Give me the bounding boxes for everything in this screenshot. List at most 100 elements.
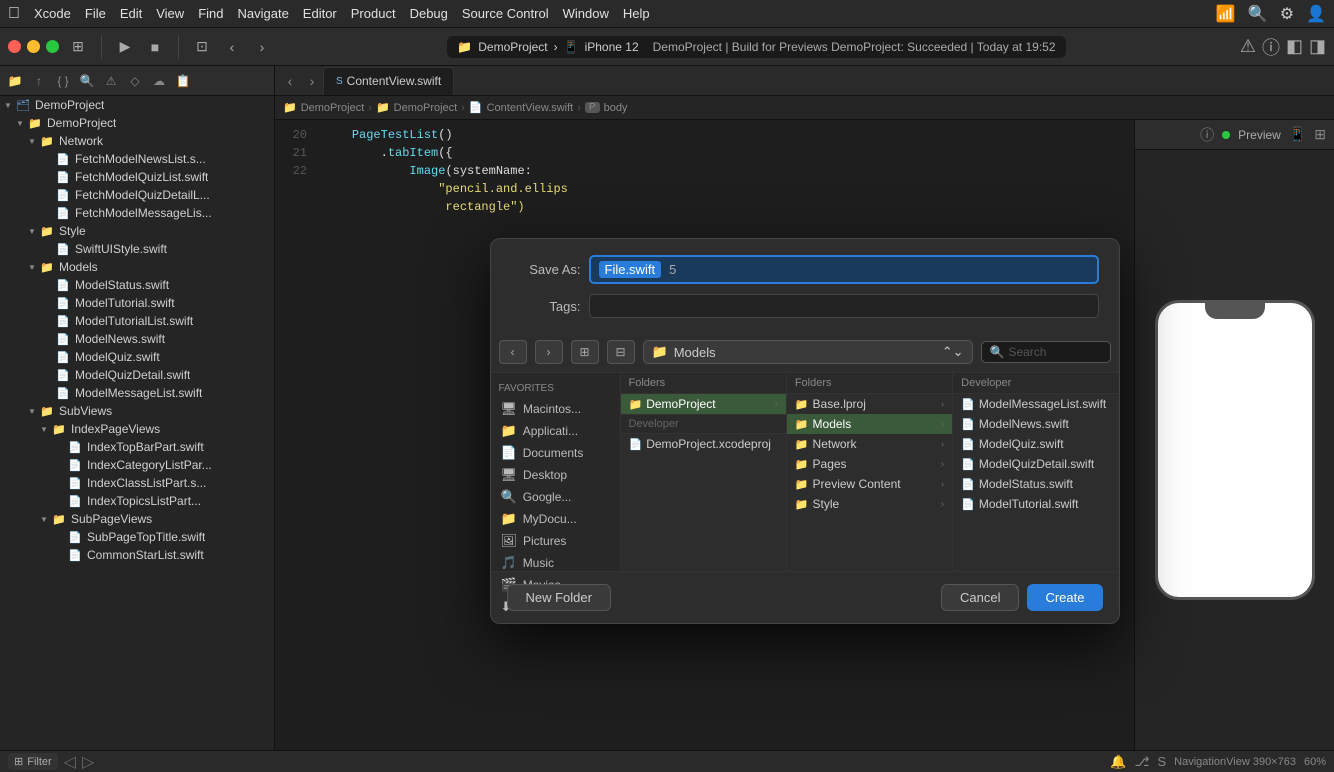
menu-navigate[interactable]: Navigate bbox=[237, 6, 288, 21]
sidebar-item-fetchmodelquizlist[interactable]: 📄 FetchModelQuizList.swift bbox=[0, 168, 274, 186]
menu-debug[interactable]: Debug bbox=[410, 6, 448, 21]
scheme-toggle[interactable]: ⊡ bbox=[191, 36, 213, 58]
menu-window[interactable]: Window bbox=[563, 6, 609, 21]
sidebar-item-modelquiz[interactable]: 📄 ModelQuiz.swift bbox=[0, 348, 274, 366]
view-options-btn[interactable]: ⊞ bbox=[571, 340, 599, 364]
create-button[interactable]: Create bbox=[1027, 584, 1102, 611]
user-avatar[interactable]: 👤 bbox=[1306, 4, 1326, 24]
status-indicator-right[interactable]: ▷ bbox=[82, 752, 94, 772]
sidebar-item-modelstatus[interactable]: 📄 ModelStatus.swift bbox=[0, 276, 274, 294]
go-back-btn[interactable]: ‹ bbox=[499, 340, 527, 364]
sidebar-item-modelmessagelist[interactable]: 📄 ModelMessageList.swift bbox=[0, 384, 274, 402]
sidebar-books[interactable]: 📖 图书 bbox=[491, 618, 620, 624]
menu-editor[interactable]: Editor bbox=[303, 6, 337, 21]
search-icon[interactable]: 🔍 bbox=[1248, 4, 1268, 24]
browser-item-modelquiz[interactable]: 📄 ModelQuiz.swift bbox=[953, 434, 1118, 454]
test-icon[interactable]: ◇ bbox=[124, 70, 146, 92]
menu-find[interactable]: Find bbox=[198, 6, 223, 21]
play-button[interactable]: ▶ bbox=[114, 36, 136, 58]
menu-edit[interactable]: Edit bbox=[120, 6, 142, 21]
new-folder-button[interactable]: New Folder bbox=[507, 584, 611, 611]
sidebar-applicati[interactable]: 📁 Applicati... bbox=[491, 420, 620, 442]
menu-source-control[interactable]: Source Control bbox=[462, 6, 549, 21]
sidebar-item-network[interactable]: ▼ 📁 Network bbox=[0, 132, 274, 150]
close-button[interactable] bbox=[8, 40, 21, 53]
swift-icon-status[interactable]: S bbox=[1157, 754, 1166, 769]
arrange-btn[interactable]: ⊟ bbox=[607, 340, 635, 364]
breadcrumb-project[interactable]: DemoProject bbox=[301, 102, 365, 114]
report-icon[interactable]: 📋 bbox=[172, 70, 194, 92]
filename-input[interactable]: File.swift 5 bbox=[589, 255, 1099, 284]
menu-xcode[interactable]: Xcode bbox=[34, 6, 71, 21]
warning-icon[interactable]: ⚠ bbox=[100, 70, 122, 92]
nav-back[interactable]: ‹ bbox=[221, 36, 243, 58]
sidebar-item-commonstarlist[interactable]: 📄 CommonStarList.swift bbox=[0, 546, 274, 564]
sidebar-item-models[interactable]: ▼ 📁 Models bbox=[0, 258, 274, 276]
inspector-icon[interactable]: ⓘ bbox=[1200, 125, 1214, 145]
browser-item-modelstatus[interactable]: 📄 ModelStatus.swift bbox=[953, 474, 1118, 494]
sidebar-item-indextopicslistpart[interactable]: 📄 IndexTopicsListPart... bbox=[0, 492, 274, 510]
git-branch-icon[interactable]: ⎇ bbox=[1135, 754, 1150, 770]
sidebar-item-modelnews[interactable]: 📄 ModelNews.swift bbox=[0, 330, 274, 348]
sidebar-item-subpageviews[interactable]: ▼ 📁 SubPageViews bbox=[0, 510, 274, 528]
sidebar-item-modelquizdetail[interactable]: 📄 ModelQuizDetail.swift bbox=[0, 366, 274, 384]
sidebar-item-demoproject[interactable]: ▼ 📁 DemoProject bbox=[0, 114, 274, 132]
nav-forward-btn[interactable]: › bbox=[301, 70, 323, 92]
debug-icon[interactable]: ☁ bbox=[148, 70, 170, 92]
sidebar-mydocu[interactable]: 📁 MyDocu... bbox=[491, 508, 620, 530]
device-icon-btn[interactable]: 📱 bbox=[1289, 126, 1306, 143]
sidebar-item-fetchmodelquizdetaill[interactable]: 📄 FetchModelQuizDetailL... bbox=[0, 186, 274, 204]
sidebar-desktop[interactable]: 🖥 Desktop bbox=[491, 464, 620, 486]
folder-icon[interactable]: 📁 bbox=[4, 70, 26, 92]
sidebar-item-demoproject-root[interactable]: ▼ 🗂 DemoProject bbox=[0, 96, 274, 114]
nav-back-btn[interactable]: ‹ bbox=[279, 70, 301, 92]
warnings-icon[interactable]: ⚠ bbox=[1240, 36, 1256, 57]
sidebar-item-style[interactable]: ▼ 📁 Style bbox=[0, 222, 274, 240]
sidebar-item-indextopbarpart[interactable]: 📄 IndexTopBarPart.swift bbox=[0, 438, 274, 456]
stop-button[interactable]: ■ bbox=[144, 36, 166, 58]
apple-menu[interactable]:  bbox=[8, 5, 20, 23]
sidebar-item-indexcategorylistpar[interactable]: 📄 IndexCategoryListPar... bbox=[0, 456, 274, 474]
menu-product[interactable]: Product bbox=[351, 6, 396, 21]
source-control-icon[interactable]: ↑ bbox=[28, 70, 50, 92]
breadcrumb-body[interactable]: body bbox=[604, 102, 628, 114]
find-icon[interactable]: 🔍 bbox=[76, 70, 98, 92]
browser-item-models[interactable]: 📁 Models › bbox=[787, 414, 952, 434]
wifi-icon[interactable]: 📶 bbox=[1216, 4, 1236, 24]
sidebar-item-fetchmodelnewslist[interactable]: 📄 FetchModelNewsList.s... bbox=[0, 150, 274, 168]
browser-item-demoproject[interactable]: 📁 DemoProject › bbox=[621, 394, 786, 414]
browser-item-pages[interactable]: 📁 Pages › bbox=[787, 454, 952, 474]
sidebar-item-fetchmodelmessagelist[interactable]: 📄 FetchModelMessageLis... bbox=[0, 204, 274, 222]
sidebar-item-modeltutoriallist[interactable]: 📄 ModelTutorialList.swift bbox=[0, 312, 274, 330]
sidebar-item-subpagetoptitle[interactable]: 📄 SubPageTopTitle.swift bbox=[0, 528, 274, 546]
breadcrumb-contentview[interactable]: ContentView.swift bbox=[487, 102, 574, 114]
breadcrumb-demoproject[interactable]: DemoProject bbox=[394, 102, 458, 114]
sidebar-item-indexpageviews[interactable]: ▼ 📁 IndexPageViews bbox=[0, 420, 274, 438]
nav-forward[interactable]: › bbox=[251, 36, 273, 58]
panel-right-icon[interactable]: ◨ bbox=[1309, 36, 1326, 57]
browser-item-modeltutorial[interactable]: 📄 ModelTutorial.swift bbox=[953, 494, 1118, 514]
minimize-button[interactable] bbox=[27, 40, 40, 53]
sidebar-music[interactable]: 🎵 Music bbox=[491, 552, 620, 574]
browser-item-network[interactable]: 📁 Network › bbox=[787, 434, 952, 454]
sidebar-macintos[interactable]: 🖥 Macintos... bbox=[491, 398, 620, 420]
browser-item-style[interactable]: 📁 Style › bbox=[787, 494, 952, 514]
sidebar-item-modeltutorial[interactable]: 📄 ModelTutorial.swift bbox=[0, 294, 274, 312]
sidebar-pictures[interactable]: 🖼 Pictures bbox=[491, 530, 620, 552]
sidebar-documents[interactable]: 📄 Documents bbox=[491, 442, 620, 464]
cancel-button[interactable]: Cancel bbox=[941, 584, 1019, 611]
browser-item-baselproj[interactable]: 📁 Base.lproj › bbox=[787, 394, 952, 414]
dialog-search-box[interactable]: 🔍 Search bbox=[981, 341, 1111, 363]
menu-file[interactable]: File bbox=[85, 6, 106, 21]
filter-button[interactable]: ⊞ Filter bbox=[8, 753, 58, 770]
sidebar-item-swiftuistyle[interactable]: 📄 SwiftUIStyle.swift bbox=[0, 240, 274, 258]
browser-item-preview-content[interactable]: 📁 Preview Content › bbox=[787, 474, 952, 494]
maximize-button[interactable] bbox=[46, 40, 59, 53]
menu-help[interactable]: Help bbox=[623, 6, 650, 21]
sidebar-item-indexclasslistpart[interactable]: 📄 IndexClassListPart.s... bbox=[0, 474, 274, 492]
sidebar-item-subviews[interactable]: ▼ 📁 SubViews bbox=[0, 402, 274, 420]
status-indicator-left[interactable]: ◁ bbox=[64, 752, 76, 772]
symbol-icon[interactable]: { } bbox=[52, 70, 74, 92]
git-icon[interactable]: 🔔 bbox=[1110, 754, 1126, 770]
browser-item-modelquizdetail[interactable]: 📄 ModelQuizDetail.swift bbox=[953, 454, 1118, 474]
